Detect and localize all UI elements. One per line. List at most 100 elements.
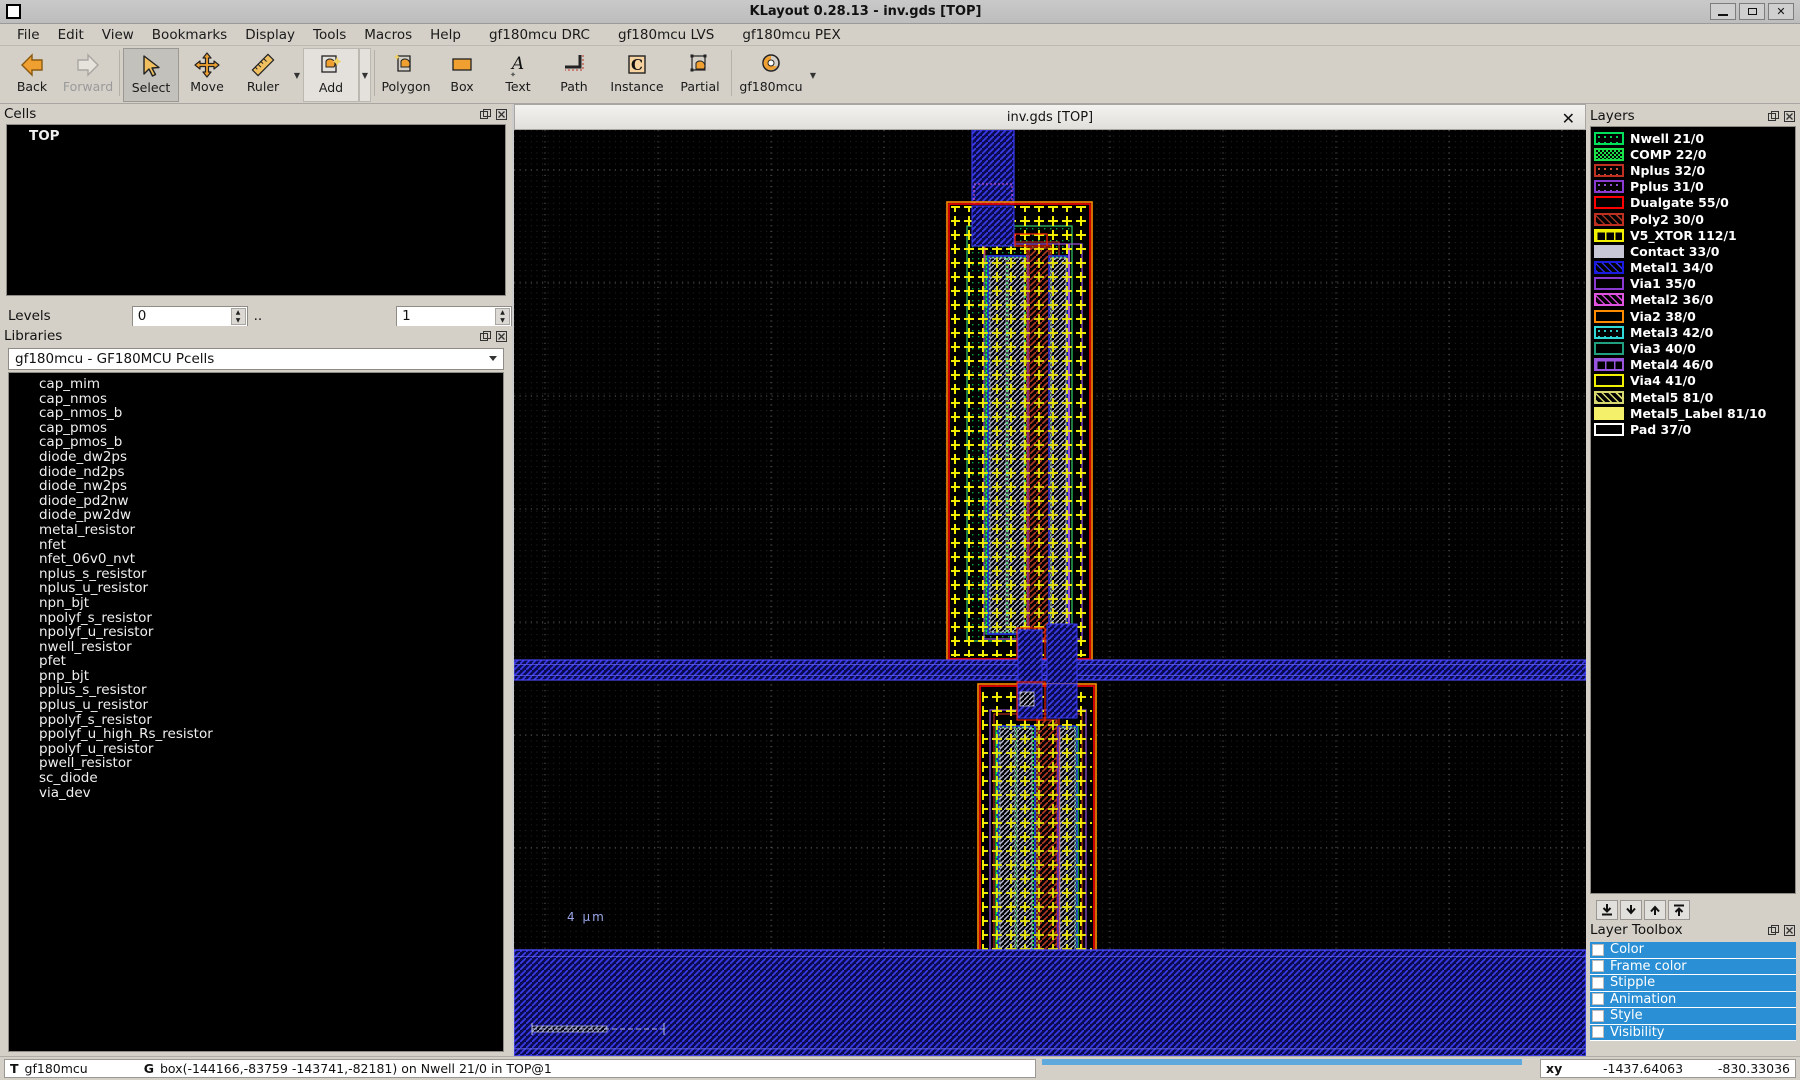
library-item[interactable]: nwell_resistor [9,640,503,655]
toolbar-gf180mcu-button[interactable]: gf180mcu [735,48,807,102]
layer-toolbox-item[interactable]: Animation [1590,991,1796,1008]
checkbox-icon[interactable] [1592,993,1604,1006]
move-down-icon[interactable] [1620,900,1642,920]
layer-toolbox-item[interactable]: Frame color [1590,958,1796,975]
library-item[interactable]: npolyf_s_resistor [9,610,503,626]
layer-swatch[interactable] [1594,196,1624,210]
library-item[interactable]: pplus_s_resistor [9,683,503,698]
document-tab[interactable]: inv.gds [TOP] ✕ [514,104,1586,130]
library-item[interactable]: pplus_u_resistor [9,698,503,713]
layer-swatch[interactable] [1594,244,1624,258]
library-select[interactable]: gf180mcu - GF180MCU Pcells [8,348,504,370]
layout-canvas[interactable]: 4 µm [514,130,1586,1056]
library-item[interactable]: ppolyf_s_resistor [9,713,503,728]
layer-row[interactable]: Metal4 46/0 [1591,357,1795,373]
layer-row[interactable]: COMP 22/0 [1591,146,1795,162]
library-item[interactable]: pnp_bjt [9,669,503,684]
layer-swatch[interactable] [1594,406,1624,420]
close-button[interactable]: ✕ [1768,3,1794,20]
layer-row[interactable]: Pad 37/0 [1591,421,1795,437]
layer-row[interactable]: Metal5 81/0 [1591,389,1795,405]
menu-gf180mcu-drc[interactable]: gf180mcu DRC [480,25,599,45]
toolbar-text-button[interactable]: A Text [490,48,546,102]
layer-row[interactable]: V5_XTOR 112/1 [1591,227,1795,243]
menu-display[interactable]: Display [236,25,304,45]
library-item[interactable]: nfet_06v0_nvt [9,552,503,567]
layer-swatch[interactable] [1594,422,1624,436]
layout-drawing[interactable] [514,130,1586,1056]
close-icon[interactable] [495,330,508,343]
library-item[interactable]: ppolyf_u_high_Rs_resistor [9,727,503,742]
layer-row[interactable]: Metal1 34/0 [1591,260,1795,276]
close-icon[interactable] [1783,110,1796,123]
toolbar-ruler-button[interactable]: Ruler [235,48,291,102]
layer-row[interactable]: Contact 33/0 [1591,243,1795,259]
checkbox-icon[interactable] [1592,960,1604,973]
library-item[interactable]: npolyf_u_resistor [9,625,503,640]
library-item[interactable]: ppolyf_u_resistor [9,742,503,757]
undock-icon[interactable] [479,330,492,343]
checkbox-icon[interactable] [1592,943,1604,956]
toolbar-add-button[interactable]: Add [303,48,359,102]
menu-bookmarks[interactable]: Bookmarks [143,25,236,45]
menu-help[interactable]: Help [421,25,470,45]
undock-icon[interactable] [479,108,492,121]
layer-swatch[interactable] [1594,374,1624,388]
layer-row[interactable]: Via2 38/0 [1591,308,1795,324]
layer-swatch[interactable] [1594,212,1624,226]
library-item[interactable]: nfet [9,537,503,553]
checkbox-icon[interactable] [1592,1009,1604,1022]
toolbar-back-button[interactable]: Back [4,48,60,102]
layer-row[interactable]: Metal5_Label 81/10 [1591,405,1795,421]
library-item[interactable]: sc_diode [9,771,503,786]
levels-min-spinner[interactable]: 0 ▲ ▼ [131,305,248,327]
library-item[interactable]: pfet [9,654,503,669]
move-to-bottom-icon[interactable] [1596,900,1618,920]
close-icon[interactable] [495,108,508,121]
layer-row[interactable]: Dualgate 55/0 [1591,195,1795,211]
levels-max-spinner[interactable]: 1 ▲ ▼ [396,305,512,327]
toolbar-forward-button[interactable]: Forward [60,48,116,102]
layer-swatch[interactable] [1594,261,1624,275]
gf180mcu-dropdown-arrow[interactable]: ▼ [807,48,819,102]
library-item[interactable]: metal_resistor [9,523,503,538]
cell-item-top[interactable]: TOP [7,129,505,144]
layer-swatch[interactable] [1594,309,1624,323]
library-item[interactable]: diode_nd2ps [9,464,503,480]
menu-gf180mcu-lvs[interactable]: gf180mcu LVS [609,25,723,45]
library-item[interactable]: via_dev [9,786,503,801]
toolbar-box-button[interactable]: Box [434,48,490,102]
menu-tools[interactable]: Tools [304,25,355,45]
maximize-button[interactable] [1739,3,1765,20]
layer-row[interactable]: Via4 41/0 [1591,373,1795,389]
layer-swatch[interactable] [1594,131,1624,145]
layer-swatch[interactable] [1594,390,1624,404]
toolbar-instance-button[interactable]: C Instance [602,48,672,102]
library-item[interactable]: nplus_s_resistor [9,567,503,582]
cells-tree[interactable]: TOP [6,124,506,296]
checkbox-icon[interactable] [1592,976,1604,989]
layer-row[interactable]: Metal2 36/0 [1591,292,1795,308]
layer-swatch[interactable] [1594,358,1624,372]
library-item[interactable]: nplus_u_resistor [9,581,503,596]
levels-min-steppers[interactable]: ▲ ▼ [230,307,246,325]
layer-row[interactable]: Via3 40/0 [1591,340,1795,356]
library-item[interactable]: diode_nw2ps [9,479,503,494]
library-item[interactable]: pwell_resistor [9,756,503,771]
library-item[interactable]: diode_dw2ps [9,450,503,465]
move-to-top-icon[interactable] [1668,900,1690,920]
menu-macros[interactable]: Macros [355,25,421,45]
library-item[interactable]: diode_pw2dw [9,508,503,523]
layer-swatch[interactable] [1594,342,1624,356]
library-item[interactable]: cap_nmos [9,391,503,407]
layer-swatch[interactable] [1594,277,1624,291]
minimize-button[interactable] [1710,3,1736,20]
toolbar-path-button[interactable]: Path [546,48,602,102]
toolbar-partial-button[interactable]: Partial [672,48,728,102]
layer-row[interactable]: Nplus 32/0 [1591,162,1795,178]
layer-swatch[interactable] [1594,293,1624,307]
layer-toolbox-item[interactable]: Stipple [1590,975,1796,992]
layer-swatch[interactable] [1594,163,1624,177]
layer-swatch[interactable] [1594,180,1624,194]
move-up-icon[interactable] [1644,900,1666,920]
